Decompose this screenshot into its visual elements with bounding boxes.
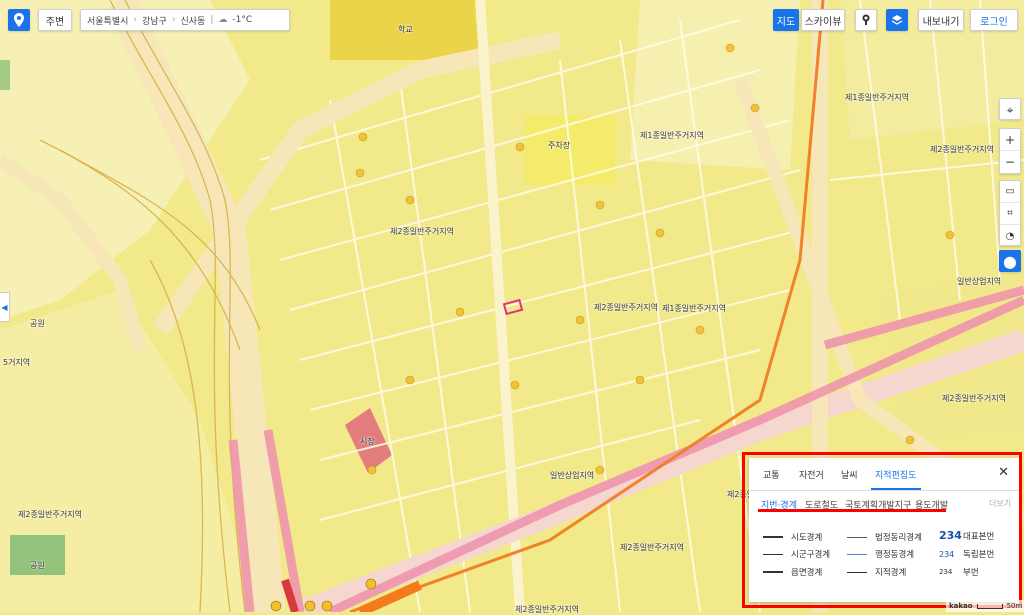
legend-label: 읍면경계 — [791, 568, 823, 578]
chevron-right-icon: › — [133, 15, 138, 25]
legend-item: 행정동경계 — [847, 548, 914, 560]
legend-item: 시군구경계 — [763, 548, 830, 560]
breadcrumb-district[interactable]: 강남구 — [142, 14, 167, 27]
radius-icon[interactable]: ◔ — [1000, 225, 1020, 247]
map-mode-button[interactable]: 지도 — [773, 9, 799, 31]
route-tool[interactable]: ⬤ — [999, 250, 1021, 272]
zone-label: 주차장 — [548, 141, 571, 150]
skyview-mode-button[interactable]: 스카이뷰 — [801, 9, 845, 31]
legend-number: 234 — [939, 568, 953, 576]
legend-line-sample — [763, 553, 783, 555]
legend-item: 지적경계 — [847, 566, 906, 578]
route-pin-icon[interactable]: ⬤ — [1000, 251, 1020, 273]
legend-label: 시도경계 — [791, 533, 823, 543]
legend-item: 234 독립본번 — [939, 548, 995, 561]
zone-label: 일반상업지역 — [957, 277, 1002, 286]
divider: | — [210, 15, 214, 25]
chevron-right-icon: › — [171, 15, 176, 25]
legend-label: 독립본번 — [963, 550, 995, 560]
cloud-icon: ☁ — [218, 15, 228, 25]
kakao-logo: kakao — [949, 602, 973, 610]
area-icon[interactable]: ⌗ — [1000, 203, 1020, 225]
ruler-icon[interactable]: ▭ — [1000, 181, 1020, 203]
legend-label: 시군구경계 — [791, 550, 831, 560]
zone-label: 제1종일반주거지역 — [662, 304, 726, 313]
map-tools: ▭ ⌗ ◔ — [999, 180, 1021, 246]
legend-item: 시도경계 — [763, 531, 822, 543]
legend-number: 234 — [939, 549, 955, 559]
breadcrumb-neighborhood[interactable]: 신사동 — [180, 14, 205, 27]
nearby-button[interactable]: 주변 — [38, 9, 72, 31]
zone-label: 학교 — [398, 25, 413, 34]
breadcrumb: 서울특별시 › 강남구 › 신사동 | ☁ -1°C — [80, 9, 290, 31]
weather-temp: -1°C — [232, 15, 253, 25]
legend-line-sample — [847, 536, 867, 538]
legend-item: 234 부번 — [939, 566, 979, 578]
zone-label: 제2종일반주거지역 — [18, 510, 82, 519]
scale-value: 50m — [1006, 602, 1023, 610]
roadview-icon — [862, 14, 870, 25]
layers-icon — [891, 15, 903, 25]
location-pin-button[interactable] — [8, 9, 30, 31]
scale-line — [976, 603, 1003, 609]
roadview-button[interactable] — [855, 9, 877, 31]
active-tab-indicator — [871, 488, 921, 490]
zoom-in-button[interactable]: + — [1000, 129, 1020, 151]
highlight-underline — [758, 509, 946, 512]
zone-label: 제1종일반주거지역 — [845, 93, 909, 102]
legend-item: 234 대표본번 — [939, 529, 994, 542]
zone-label: 제1종일반주거지역 — [640, 131, 704, 140]
legend-item: 읍면경계 — [763, 566, 822, 578]
legend-label: 부번 — [963, 568, 979, 578]
crosshair-icon[interactable]: ⌖ — [1000, 99, 1020, 121]
zoom-control: + − — [999, 128, 1021, 174]
legend-item: 법정동리경계 — [847, 531, 922, 543]
chevron-left-icon: ◀ — [1, 302, 8, 312]
tab-bicycle[interactable]: 자전거 — [799, 468, 824, 481]
legend-label: 법정동리경계 — [875, 533, 922, 543]
map-pin-icon — [14, 13, 24, 27]
zone-label: 제2종일반주거지역 — [515, 605, 579, 614]
legend-number: 234 — [939, 529, 962, 542]
layer-tabs: 교통 자전거 날씨 지적편집도 ✕ — [749, 458, 1019, 491]
tab-weather[interactable]: 날씨 — [841, 468, 858, 481]
zone-label: 시장 — [360, 437, 375, 446]
cadastral-layer-panel: 교통 자전거 날씨 지적편집도 ✕ 지번·경계 도로철도 국토계획개발지구 용도… — [749, 458, 1019, 602]
tab-traffic[interactable]: 교통 — [763, 468, 780, 481]
zone-label: 공원 — [30, 561, 45, 570]
legend-line-sample — [763, 571, 783, 573]
zone-label: 일반상업지역 — [550, 471, 595, 480]
legend-label: 지적경계 — [875, 568, 907, 578]
zone-label: 제2종일반주거지역 — [594, 303, 658, 312]
layers-button[interactable] — [886, 9, 908, 31]
export-button[interactable]: 내보내기 — [918, 9, 964, 31]
close-icon[interactable]: ✕ — [998, 465, 1009, 480]
zone-label: 제2종일반주거지역 — [620, 543, 684, 552]
zoom-out-button[interactable]: − — [1000, 151, 1020, 173]
breadcrumb-city[interactable]: 서울특별시 — [87, 14, 128, 27]
zone-label: 공원 — [30, 319, 45, 328]
legend-line-sample — [763, 536, 783, 538]
zone-label: 5거지역 — [3, 358, 31, 367]
legend-line-sample — [847, 571, 867, 573]
legend-label: 행정동경계 — [875, 550, 915, 560]
login-button[interactable]: 로그인 — [970, 9, 1018, 31]
legend-label: 대표본번 — [963, 531, 995, 542]
zone-label: 제2종일반주거지역 — [390, 227, 454, 236]
legend-line-sample — [847, 553, 867, 555]
more-link[interactable]: 더보기 — [989, 498, 1011, 509]
tab-cadastral[interactable]: 지적편집도 — [875, 468, 916, 481]
scale-bar: kakao 50m — [946, 600, 1024, 612]
sidebar-toggle[interactable]: ◀ — [0, 292, 10, 322]
zone-label: 제2종일반주거지역 — [942, 394, 1006, 403]
zone-label: 제2종일반주거지역 — [930, 145, 994, 154]
current-location-tool[interactable]: ⌖ — [999, 98, 1021, 120]
